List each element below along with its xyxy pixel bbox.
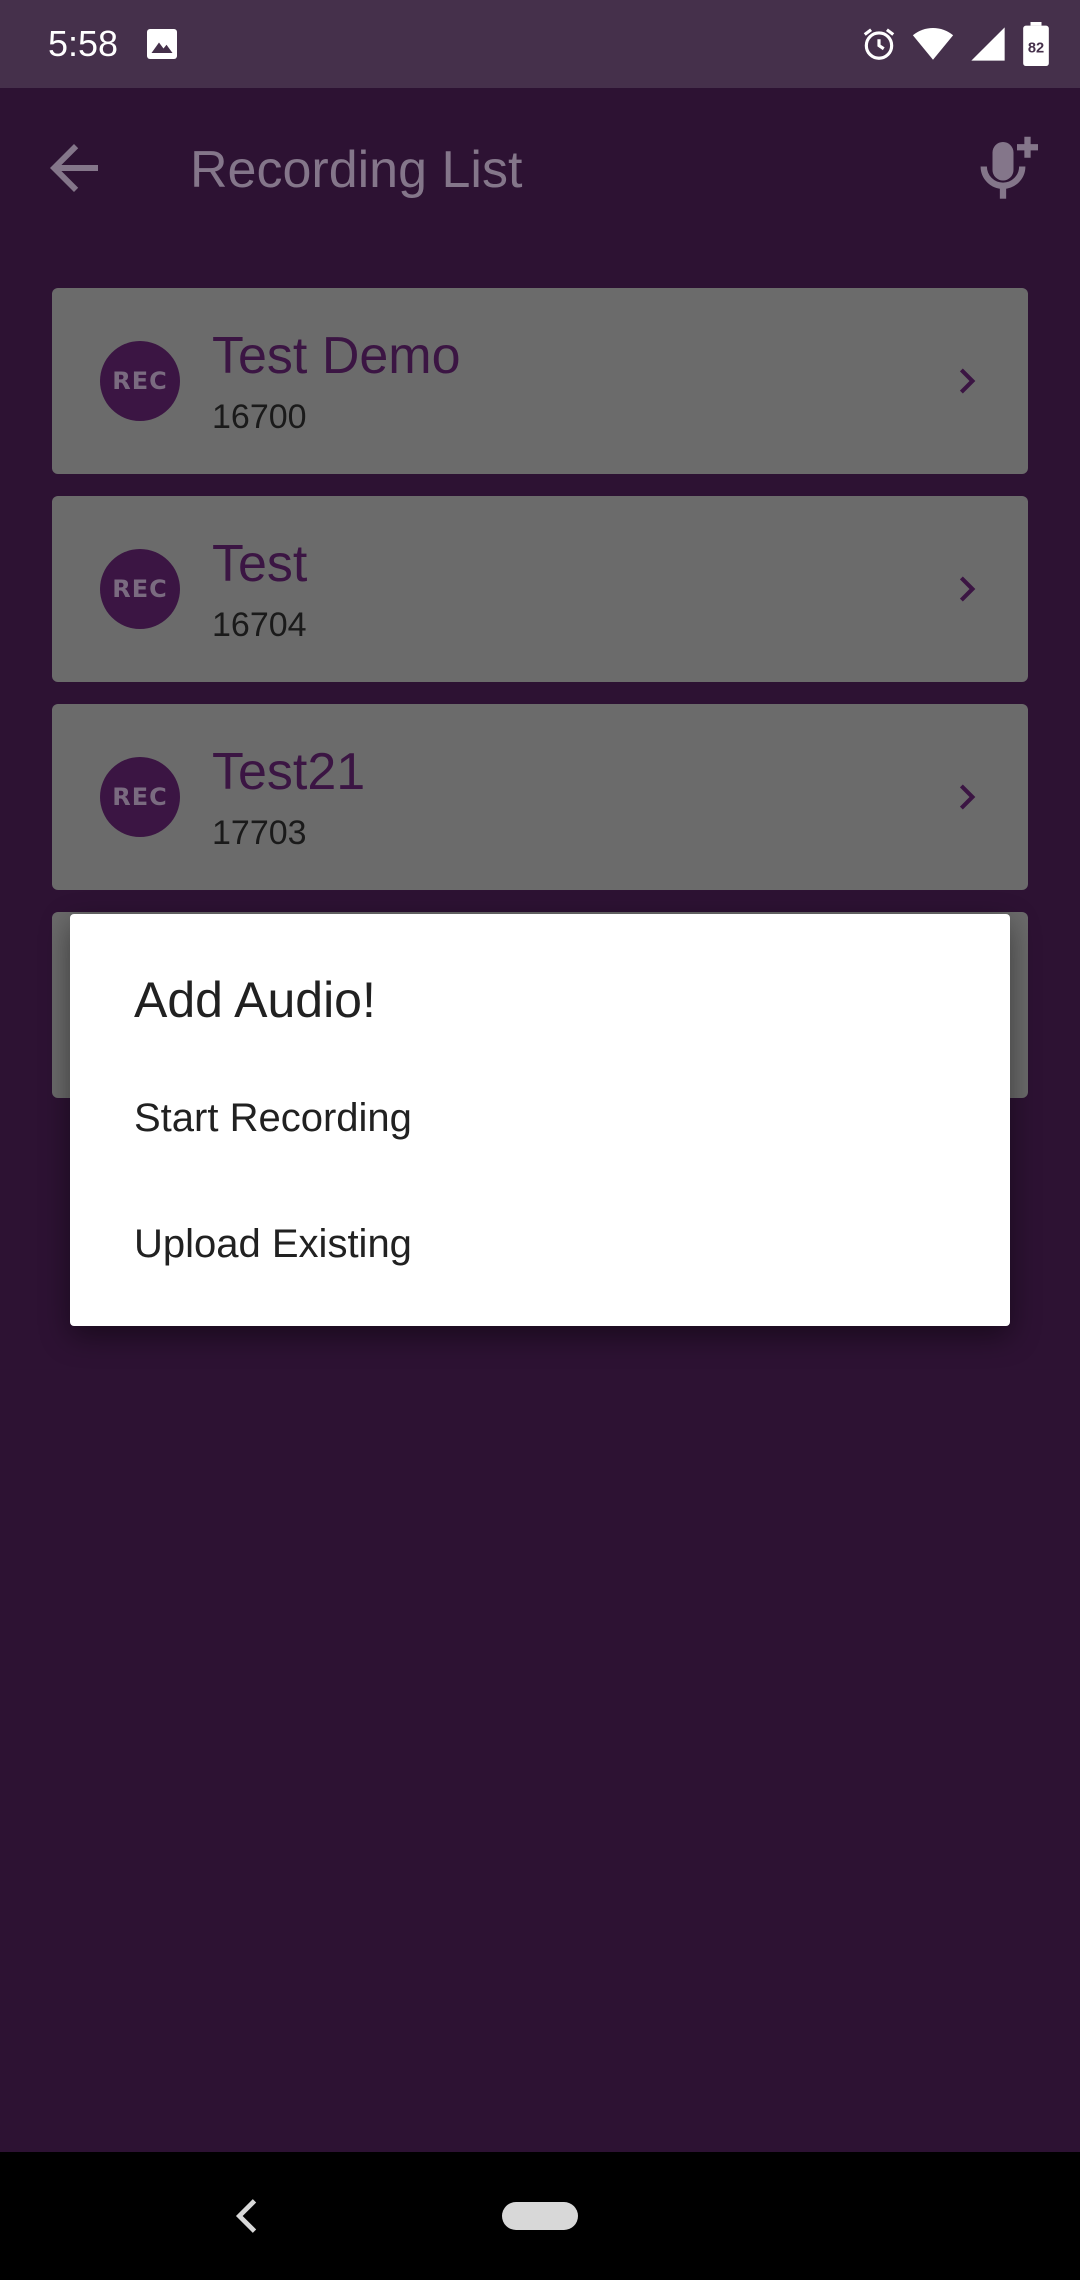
status-bar: 5:58 82 <box>0 0 1080 88</box>
rec-icon: REC <box>100 757 180 837</box>
recording-id: 16700 <box>212 398 307 436</box>
system-nav-bar <box>0 2152 1080 2280</box>
nav-home-button[interactable] <box>502 2202 578 2230</box>
list-item[interactable]: REC Test 16704 <box>52 496 1028 682</box>
chevron-right-icon <box>959 784 976 810</box>
add-audio-dialog: Add Audio! Start Recording Upload Existi… <box>70 914 1010 1326</box>
list-item[interactable]: REC Test Demo 16700 <box>52 288 1028 474</box>
chevron-right-icon <box>959 576 976 602</box>
rec-icon: REC <box>100 341 180 421</box>
nav-back-icon[interactable] <box>222 2190 274 2242</box>
recording-id: 16704 <box>212 606 307 644</box>
chevron-right-icon <box>959 368 976 394</box>
start-recording-option[interactable]: Start Recording <box>134 1092 412 1144</box>
recording-id: 17703 <box>212 814 307 852</box>
battery-icon: 82 <box>1023 22 1049 66</box>
wifi-icon <box>912 27 954 60</box>
upload-existing-option[interactable]: Upload Existing <box>134 1218 412 1270</box>
rec-icon: REC <box>100 549 180 629</box>
recording-title: Test Demo <box>212 327 461 385</box>
recording-title: Test <box>212 535 308 593</box>
image-icon <box>147 29 177 59</box>
dialog-title: Add Audio! <box>134 972 376 1028</box>
status-icons: 82 <box>860 22 1050 66</box>
mic-add-icon[interactable] <box>968 128 1052 212</box>
alarm-icon <box>863 28 895 60</box>
signal-icon <box>971 27 1005 61</box>
recording-title: Test21 <box>212 743 366 801</box>
status-time: 5:58 <box>48 23 119 64</box>
app-bar: Recording List <box>0 88 1080 240</box>
svg-text:82: 82 <box>1028 40 1044 56</box>
arrow-left-icon[interactable] <box>38 132 110 204</box>
list-item[interactable]: REC Test21 17703 <box>52 704 1028 890</box>
page-title: Recording List <box>190 141 523 199</box>
